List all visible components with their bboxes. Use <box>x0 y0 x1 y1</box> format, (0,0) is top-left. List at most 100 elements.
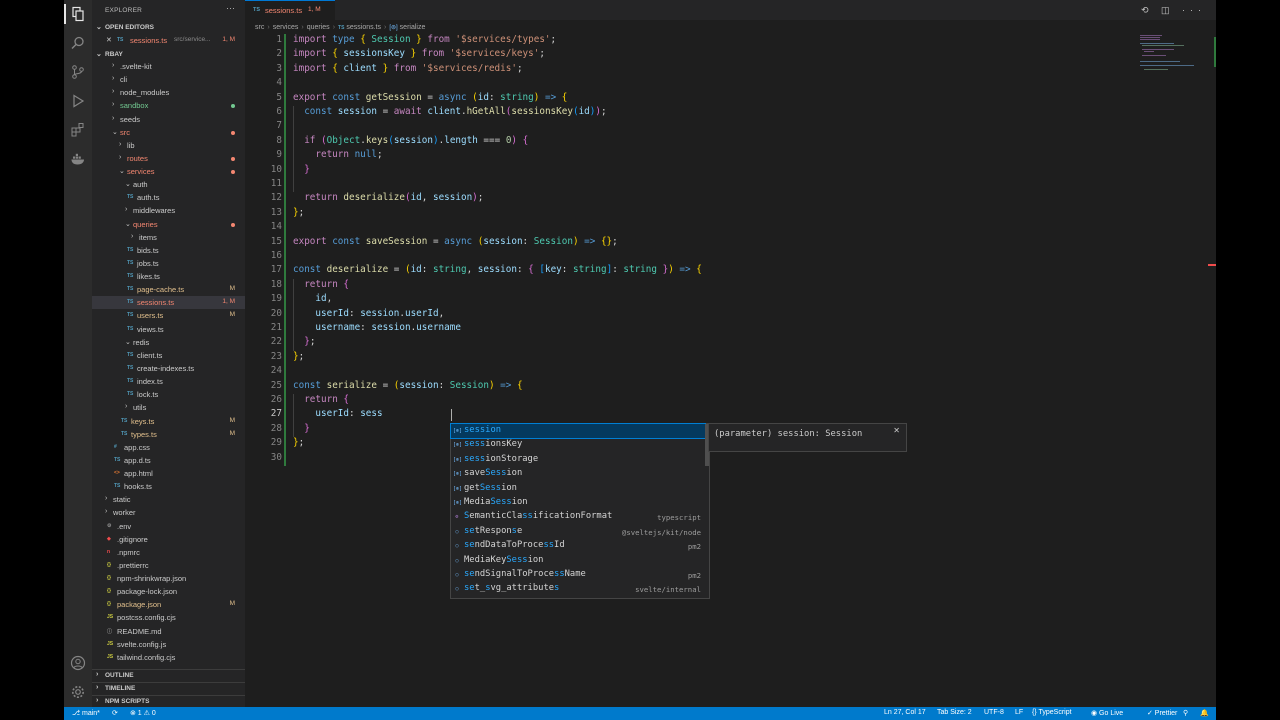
breadcrumb-src[interactable]: src <box>255 24 264 31</box>
suggestion-item[interactable]: [⊚] MediaSession <box>451 496 705 510</box>
tree-item[interactable]: TS likes.ts <box>92 270 245 283</box>
tree-item[interactable]: TS page-cache.ts M <box>92 283 245 296</box>
tree-item[interactable]: TS bids.ts <box>92 244 245 257</box>
tree-item[interactable]: › utils <box>92 401 245 414</box>
tree-item[interactable]: ⌄ redis <box>92 336 245 349</box>
suggestion-item[interactable]: ⚙ SemanticClassificationFormat typescript <box>451 510 705 524</box>
branch-indicator[interactable]: ⎇ main* <box>72 709 100 717</box>
cursor-position[interactable]: Ln 27, Col 17 <box>884 709 926 716</box>
tree-item[interactable]: ⌄ auth <box>92 178 245 191</box>
code-token: : <box>561 264 573 276</box>
suggestion-item[interactable]: ○ set_svg_attributes svelte/internal <box>451 582 705 596</box>
tree-item[interactable]: JS postcss.config.cjs <box>92 611 245 624</box>
tree-item[interactable]: TS types.ts M <box>92 428 245 441</box>
source-control-icon[interactable] <box>68 62 88 82</box>
tree-item[interactable]: TS app.d.ts <box>92 454 245 467</box>
tree-item[interactable]: TS sessions.ts 1, M <box>92 296 245 310</box>
tree-item[interactable]: {} npm-shrinkwrap.json <box>92 572 245 585</box>
suggestion-item[interactable]: ○ sendDataToProcessId pm2 <box>451 539 705 553</box>
explorer-icon[interactable] <box>68 4 88 24</box>
run-debug-icon[interactable] <box>68 91 88 111</box>
suggestion-label: setResponse <box>464 526 522 536</box>
open-editor-item[interactable]: ✕ TS sessions.ts src/service... 1, M <box>92 34 245 47</box>
account-icon[interactable]: ⚲ <box>1183 709 1188 717</box>
tree-item[interactable]: JS svelte.config.js <box>92 638 245 651</box>
problems-indicator[interactable]: ⊗ 1 ⚠ 0 <box>130 709 156 717</box>
timeline-header[interactable]: › TIMELINE <box>92 682 245 695</box>
tree-item[interactable]: TS index.ts <box>92 375 245 388</box>
tree-item[interactable]: n .npmrc <box>92 546 245 559</box>
tree-item[interactable]: ⌄ queries <box>92 218 245 231</box>
suggestion-item[interactable]: [⊚] sessionStorage <box>451 453 705 467</box>
manage-gear-icon[interactable] <box>68 682 88 702</box>
suggestion-item[interactable]: [⊚] saveSession <box>451 467 705 481</box>
tree-item[interactable]: JS tailwind.config.cjs <box>92 651 245 664</box>
tree-item[interactable]: TS hooks.ts <box>92 480 245 493</box>
editor-actions[interactable]: ⟲ ◫ ··· <box>1141 5 1206 16</box>
minimap[interactable] <box>1138 34 1208 74</box>
sync-icon[interactable]: ⟳ <box>112 709 118 717</box>
suggestion-item[interactable]: [⊚] sessionsKey <box>451 438 705 452</box>
breadcrumb-queries[interactable]: queries <box>307 24 330 31</box>
extensions-icon[interactable] <box>68 120 88 140</box>
tree-item[interactable]: TS client.ts <box>92 349 245 362</box>
tree-item[interactable]: TS keys.ts M <box>92 415 245 428</box>
suggestion-item[interactable]: ○ setResponse @sveltejs/kit/node <box>451 525 705 539</box>
tree-item[interactable]: › seeds <box>92 113 245 126</box>
tree-item[interactable]: {} package-lock.json <box>92 585 245 598</box>
more-actions-button[interactable]: ··· <box>226 3 235 13</box>
suggestion-item[interactable]: ○ MediaKeySession <box>451 554 705 568</box>
tree-item[interactable]: › routes <box>92 152 245 165</box>
tree-item[interactable]: {} package.json M <box>92 598 245 611</box>
notifications-icon[interactable]: 🔔 <box>1200 709 1209 717</box>
tree-item[interactable]: ◆ .gitignore <box>92 533 245 546</box>
outline-header[interactable]: › OUTLINE <box>92 669 245 682</box>
tree-item[interactable]: › sandbox <box>92 99 245 112</box>
tree-item[interactable]: › items <box>92 231 245 244</box>
tree-item[interactable]: ⌄ src <box>92 126 245 139</box>
vertical-scrollbar[interactable] <box>1208 34 1216 707</box>
breadcrumb-services[interactable]: services <box>273 24 299 31</box>
tree-item[interactable]: › middlewares <box>92 204 245 217</box>
tree-item[interactable]: ⌄ services <box>92 165 245 178</box>
code-token: from <box>427 34 456 45</box>
suggest-widget[interactable]: [⊚] session [⊚] sessionsKey [⊚] sessionStorag… <box>450 422 710 599</box>
open-editors-header[interactable]: ⌄ OPEN EDITORS <box>92 22 245 34</box>
docker-icon[interactable] <box>68 149 88 169</box>
breadcrumb-symbol[interactable]: serialize <box>400 24 426 31</box>
tree-item[interactable]: TS views.ts <box>92 323 245 336</box>
tree-item[interactable]: TS create-indexes.ts <box>92 362 245 375</box>
prettier-status[interactable]: ✓ Prettier <box>1147 709 1177 717</box>
tree-item[interactable]: › static <box>92 493 245 506</box>
tree-item[interactable]: ⚙ .env <box>92 520 245 533</box>
go-live-button[interactable]: ◉ Go Live <box>1091 709 1123 717</box>
tree-item[interactable]: › .svelte-kit <box>92 60 245 73</box>
tree-item[interactable]: TS jobs.ts <box>92 257 245 270</box>
accounts-icon[interactable] <box>68 653 88 673</box>
tab-sessions-ts[interactable]: TS sessions.ts 1, M <box>245 0 335 20</box>
tree-item[interactable]: TS lock.ts <box>92 388 245 401</box>
tree-item[interactable]: ⓘ README.md <box>92 625 245 638</box>
tab-size[interactable]: Tab Size: 2 <box>937 709 972 716</box>
suggestion-item[interactable]: [⊚] session <box>450 422 706 440</box>
close-icon[interactable]: ✕ <box>893 426 900 435</box>
tree-item[interactable]: › cli <box>92 73 245 86</box>
tree-item[interactable]: {} .prettierrc <box>92 559 245 572</box>
tree-item[interactable]: › worker <box>92 506 245 519</box>
code-editor[interactable]: 1 import type { Session } from '$services… <box>245 34 1145 474</box>
tree-item[interactable]: › lib <box>92 139 245 152</box>
tree-item[interactable]: <> app.html <box>92 467 245 480</box>
tree-item[interactable]: TS users.ts M <box>92 309 245 322</box>
tree-item[interactable]: # app.css <box>92 441 245 454</box>
encoding[interactable]: UTF-8 <box>984 709 1004 716</box>
explorer-sidebar: EXPLORER ··· ⌄ OPEN EDITORS ✕ TS session… <box>92 0 245 707</box>
close-icon[interactable]: ✕ <box>106 36 112 44</box>
tree-item[interactable]: › node_modules <box>92 86 245 99</box>
breadcrumb-file[interactable]: sessions.ts <box>346 24 381 31</box>
language-mode[interactable]: {} TypeScript <box>1032 709 1072 716</box>
line-ending[interactable]: LF <box>1015 709 1023 716</box>
suggestion-item[interactable]: ○ sendSignalToProcessName pm2 <box>451 568 705 582</box>
tree-item[interactable]: TS auth.ts <box>92 191 245 204</box>
suggestion-item[interactable]: [⊚] getSession <box>451 482 705 496</box>
search-icon[interactable] <box>68 33 88 53</box>
